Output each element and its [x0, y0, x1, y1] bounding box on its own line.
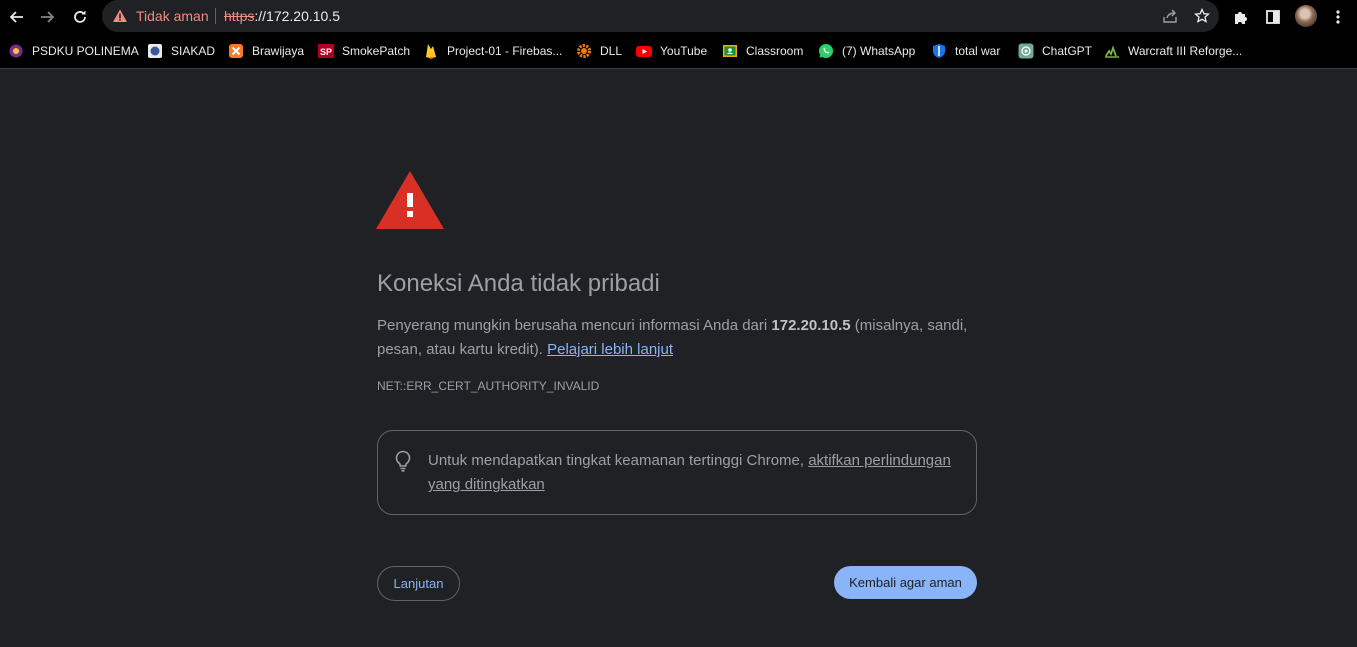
- url-scheme: https: [224, 8, 255, 24]
- puzzle-icon: [1235, 12, 1247, 24]
- bookmark-warcraft[interactable]: Warcraft III Reforge...: [1104, 42, 1242, 60]
- warning-triangle-icon: [376, 171, 444, 229]
- explanation-host: 172.20.10.5: [771, 317, 851, 334]
- share-button[interactable]: [1160, 6, 1180, 26]
- side-panel-icon: [1266, 10, 1280, 24]
- polinema-logo-icon: [8, 43, 24, 59]
- enhanced-protection-callout: Untuk mendapatkan tingkat keamanan terti…: [377, 430, 977, 515]
- gear-orange-icon: [576, 43, 592, 59]
- star-icon: [1194, 8, 1210, 23]
- bookmark-label: Brawijaya: [252, 44, 305, 58]
- xampp-logo-icon: [228, 43, 244, 59]
- siakad-logo-icon: [147, 43, 163, 59]
- reload-button[interactable]: [67, 4, 93, 30]
- url-text[interactable]: https://172.20.10.5: [224, 7, 340, 25]
- bookmark-label: Classroom: [746, 44, 804, 58]
- bookmark-smokepatch[interactable]: SP SmokePatch: [318, 42, 410, 60]
- forward-button[interactable]: [35, 4, 61, 30]
- lightbulb-icon: [395, 450, 411, 472]
- page-title: Koneksi Anda tidak pribadi: [377, 270, 660, 297]
- bookmark-brawijaya[interactable]: Brawijaya: [228, 42, 304, 60]
- share-icon: [1163, 9, 1177, 23]
- address-bar[interactable]: Tidak aman https://172.20.10.5: [102, 0, 1219, 32]
- learn-more-link[interactable]: Pelajari lebih lanjut: [547, 341, 673, 358]
- browser-toolbar: Tidak aman https://172.20.10.5: [0, 0, 1357, 34]
- explanation-text: Penyerang mungkin berusaha mencuri infor…: [377, 314, 977, 362]
- bookmarks-bar: PSDKU POLINEMA SIAKAD Brawijaya SP Smoke…: [0, 34, 1357, 69]
- shield-logo-icon: [931, 43, 947, 59]
- warcraft-logo-icon: [1104, 43, 1120, 59]
- arrow-left-icon: [9, 11, 23, 23]
- smokepatch-logo-icon: SP: [318, 43, 334, 59]
- profile-avatar[interactable]: [1295, 5, 1317, 27]
- warning-triangle-icon: [113, 9, 127, 22]
- bookmark-label: ChatGPT: [1042, 44, 1093, 58]
- back-button[interactable]: [3, 4, 29, 30]
- security-label: Tidak aman: [136, 8, 209, 24]
- extensions-button[interactable]: [1229, 5, 1253, 29]
- bookmark-siakad[interactable]: SIAKAD: [147, 42, 215, 60]
- bookmark-label: (7) WhatsApp: [842, 44, 916, 58]
- whatsapp-logo-icon: [818, 43, 834, 59]
- back-to-safety-button[interactable]: Kembali agar aman: [834, 566, 977, 599]
- omnibox-divider: [215, 8, 216, 24]
- bookmark-psdku-polinema[interactable]: PSDKU POLINEMA: [8, 42, 139, 60]
- menu-button[interactable]: [1326, 5, 1350, 29]
- bookmark-firebase[interactable]: Project-01 - Firebas...: [423, 42, 562, 60]
- classroom-logo-icon: [722, 43, 738, 59]
- bookmark-label: Project-01 - Firebas...: [447, 44, 563, 58]
- kebab-menu-icon: [1336, 10, 1340, 24]
- bookmark-label: YouTube: [660, 44, 708, 58]
- side-panel-button[interactable]: [1261, 5, 1285, 29]
- error-code: NET::ERR_CERT_AUTHORITY_INVALID: [377, 379, 600, 393]
- security-chip[interactable]: Tidak aman: [112, 7, 209, 25]
- enhanced-protection-text: Untuk mendapatkan tingkat keamanan terti…: [428, 449, 963, 497]
- bookmark-chatgpt[interactable]: ChatGPT: [1018, 42, 1092, 60]
- bookmark-classroom[interactable]: Classroom: [722, 42, 803, 60]
- reload-icon: [74, 10, 86, 23]
- bookmark-star-button[interactable]: [1192, 6, 1212, 26]
- firebase-logo-icon: [423, 43, 439, 59]
- chatgpt-logo-icon: [1018, 43, 1034, 59]
- svg-text:SP: SP: [320, 47, 332, 57]
- bookmark-label: SIAKAD: [171, 44, 216, 58]
- bookmark-label: total war: [955, 44, 1001, 58]
- youtube-logo-icon: [636, 43, 652, 59]
- arrow-right-icon: [41, 11, 55, 23]
- bookmark-youtube[interactable]: YouTube: [636, 42, 707, 60]
- bookmark-label: PSDKU POLINEMA: [32, 44, 139, 58]
- enhanced-text: Untuk mendapatkan tingkat keamanan terti…: [428, 452, 809, 469]
- bookmark-label: SmokePatch: [342, 44, 411, 58]
- bookmark-label: Warcraft III Reforge...: [1128, 44, 1243, 58]
- bookmark-dll[interactable]: DLL: [576, 42, 622, 60]
- explanation-pre: Penyerang mungkin berusaha mencuri infor…: [377, 317, 772, 334]
- bookmark-label: DLL: [600, 44, 623, 58]
- bookmark-whatsapp[interactable]: (7) WhatsApp: [818, 42, 915, 60]
- advanced-button[interactable]: Lanjutan: [377, 566, 460, 601]
- bookmark-total-war[interactable]: total war: [931, 42, 1000, 60]
- url-host: ://172.20.10.5: [254, 8, 340, 24]
